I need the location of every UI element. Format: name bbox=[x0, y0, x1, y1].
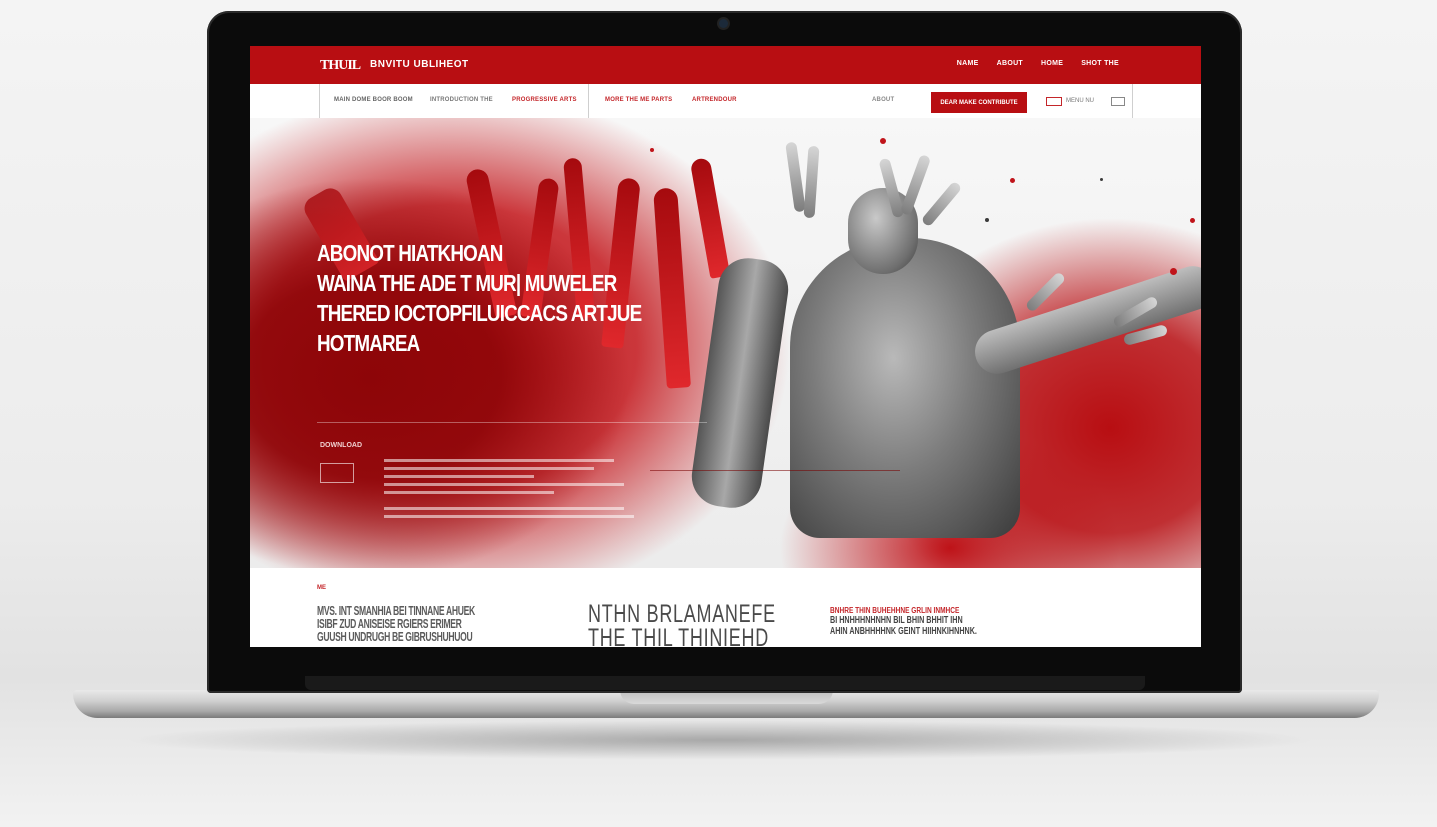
paint-splatter bbox=[1100, 178, 1103, 181]
nav-divider bbox=[1132, 84, 1133, 118]
nav-search-label: MENU NU bbox=[1066, 98, 1094, 104]
paint-splatter bbox=[650, 148, 654, 152]
hero-section: ABONOT HIATKHOAN WAINA THE ADE T MUR| MU… bbox=[250, 118, 1201, 568]
hero-divider bbox=[650, 470, 900, 471]
laptop-hinge bbox=[305, 676, 1145, 690]
laptop-shadow bbox=[120, 720, 1320, 760]
hand-silhouette bbox=[689, 157, 731, 279]
hand-silhouette bbox=[653, 187, 691, 389]
paint-splatter bbox=[985, 218, 989, 222]
hero-headline-line: THERED IOCTOPFILUICCACS ARTJUE bbox=[317, 300, 642, 326]
nav-item-main[interactable]: MAIN DOME BOOR BOOM bbox=[334, 97, 413, 103]
paint-splatter bbox=[1010, 178, 1015, 183]
figure-finger bbox=[785, 141, 806, 213]
brand-name[interactable]: BNVITU UBLIHEOT bbox=[370, 59, 469, 70]
hero-headline-line: HOTMAREA bbox=[317, 330, 420, 356]
lower-right-kicker: BNHRE THIN BUHEHHNE GRLIN INMHCE bbox=[830, 606, 960, 615]
top-link-shot[interactable]: SHOT THE bbox=[1081, 60, 1119, 67]
top-link-name[interactable]: NAME bbox=[957, 60, 979, 67]
paint-splatter bbox=[1190, 218, 1195, 223]
site-top-bar: THUIL BNVITU UBLIHEOT NAME ABOUT HOME SH… bbox=[250, 46, 1201, 84]
hero-download-box[interactable] bbox=[320, 463, 354, 483]
figure-finger bbox=[899, 153, 932, 217]
lower-right-block: BNHRE THIN BUHEHHNE GRLIN INMHCE BI HNHH… bbox=[830, 606, 1130, 637]
nav-item-more[interactable]: MORE THE ME PARTS bbox=[605, 97, 672, 103]
nav-item-about[interactable]: ABOUT bbox=[872, 97, 894, 103]
brand-logo[interactable]: THUIL bbox=[320, 58, 361, 74]
laptop-screen: THUIL BNVITU UBLIHEOT NAME ABOUT HOME SH… bbox=[250, 46, 1201, 647]
lower-mid-heading: NTHN BRLAMANEFE THE THIL THINIEHD bbox=[588, 600, 808, 648]
lower-right-line: AHIN ANBHHHHNK GEINT HIIHNKIHNHNK. bbox=[830, 626, 977, 637]
lower-right-line: BI HNHHHNHNHN BIL BHIN BHHIT IHN bbox=[830, 615, 963, 626]
figure-finger bbox=[920, 180, 963, 228]
hero-headline-line: ABONOT HIATKHOAN bbox=[317, 240, 503, 266]
hero-body-text bbox=[384, 459, 634, 523]
lower-mid-line: THE THIL THINIEHD bbox=[588, 624, 769, 648]
lower-left-line: GUUSH UNDRUGH BE GIBRUSHUHUOU bbox=[317, 629, 473, 644]
webcam-icon bbox=[719, 19, 728, 28]
hero-headline: ABONOT HIATKHOAN WAINA THE ADE T MUR| MU… bbox=[317, 238, 647, 358]
paint-splatter bbox=[880, 138, 886, 144]
hero-download-label[interactable]: DOWNLOAD bbox=[320, 442, 362, 449]
nav-item-introduction[interactable]: INTRODUCTION THE bbox=[430, 97, 493, 103]
contribute-button[interactable]: DEAR MAKE CONTRIBUTE bbox=[931, 92, 1027, 113]
figure-finger bbox=[1024, 271, 1067, 313]
hero-divider bbox=[317, 422, 707, 423]
site-nav: MAIN DOME BOOR BOOM INTRODUCTION THE PRO… bbox=[250, 84, 1201, 119]
figure-torso bbox=[790, 238, 1020, 538]
nav-divider bbox=[319, 84, 320, 118]
hero-headline-line: WAINA THE ADE T MUR| MUWELER bbox=[317, 270, 617, 296]
top-link-about[interactable]: ABOUT bbox=[997, 60, 1023, 67]
figure-arm bbox=[687, 254, 793, 512]
lower-mid-line: NTHN BRLAMANEFE bbox=[588, 600, 776, 628]
nav-item-artrendour[interactable]: ARTRENDOUR bbox=[692, 97, 737, 103]
top-links: NAME ABOUT HOME SHOT THE bbox=[957, 60, 1119, 67]
search-box-icon bbox=[1046, 97, 1062, 106]
nav-item-progressive-arts[interactable]: PROGRESSIVE ARTS bbox=[512, 97, 577, 103]
paint-splatter bbox=[1170, 268, 1177, 275]
lower-section: ME MVS. INT SMANHIA BEI TINNANE AHUEK IS… bbox=[250, 568, 1201, 647]
nav-search[interactable]: MENU NU bbox=[1046, 97, 1104, 106]
lower-tag: ME bbox=[317, 585, 326, 591]
figure-finger bbox=[803, 145, 820, 219]
menu-icon[interactable] bbox=[1111, 97, 1125, 106]
lower-left-block: MVS. INT SMANHIA BEI TINNANE AHUEK ISIBF… bbox=[317, 604, 557, 643]
top-link-home[interactable]: HOME bbox=[1041, 60, 1063, 67]
nav-divider bbox=[588, 84, 589, 118]
